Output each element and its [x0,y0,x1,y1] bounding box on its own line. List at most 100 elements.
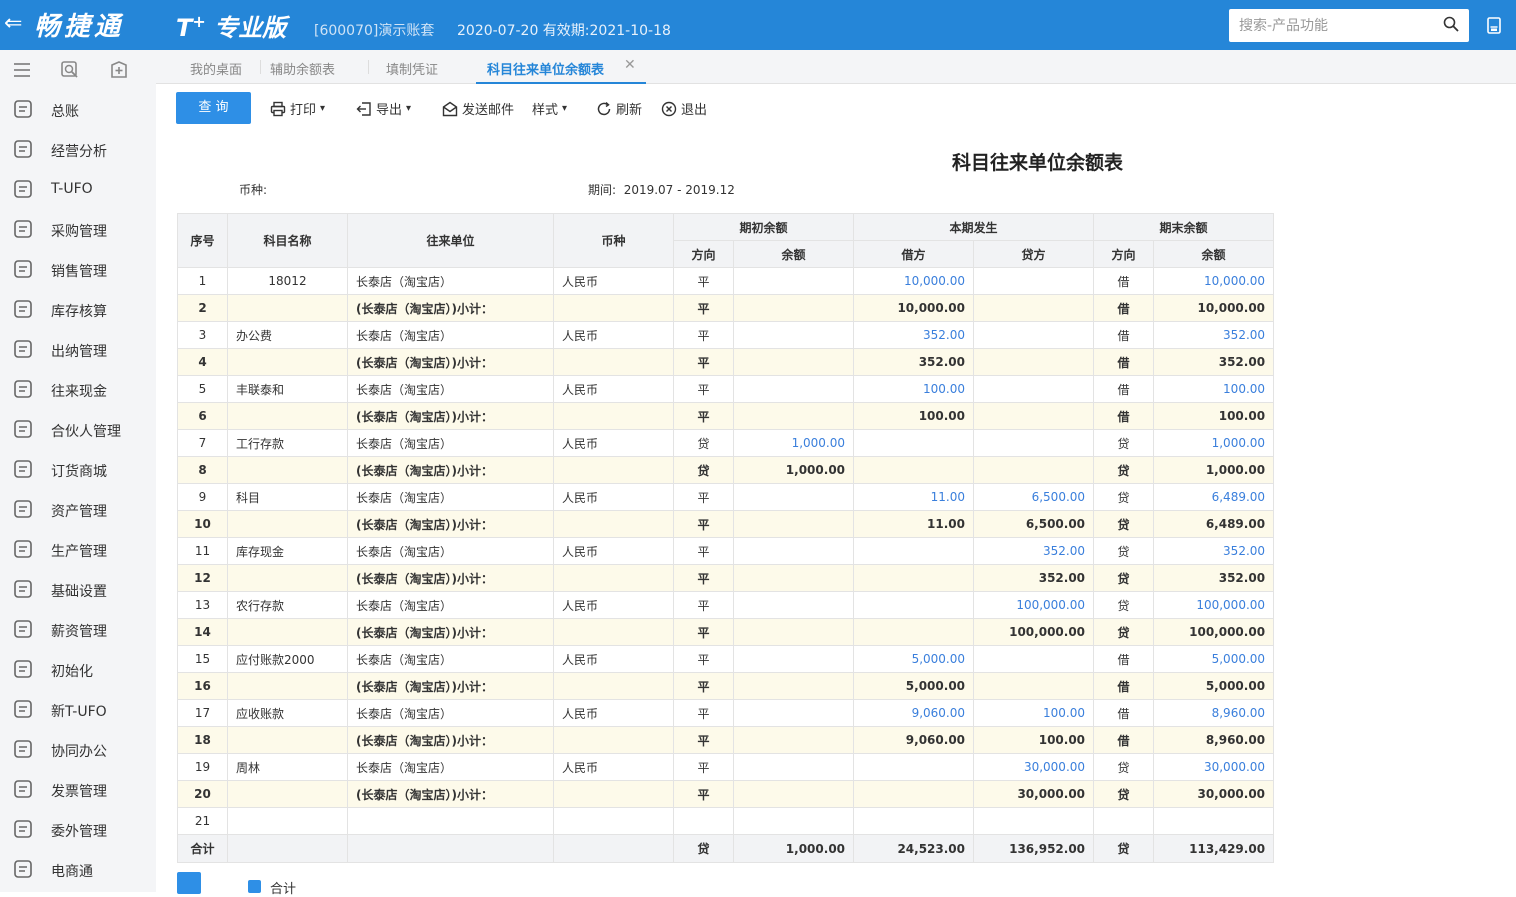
query-button[interactable]: 查 询 [176,92,251,124]
cell-debit[interactable]: 11.00 [853,483,975,511]
cell-debit[interactable]: 10,000.00 [853,294,975,322]
cell-opening-bal[interactable] [732,402,855,430]
sidebar-item[interactable]: 薪资管理 [0,610,156,650]
subtotal-row[interactable]: 14 (长泰店（淘宝店）)小计： 平 100,000.00 贷 100,000.00 [177,618,1275,646]
sidebar-item[interactable]: 合伙人管理 [0,410,156,450]
subtotal-row[interactable]: 10 (长泰店（淘宝店）)小计： 平 11.00 6,500.00 贷 6,489.00 [177,510,1275,538]
cell-closing-bal[interactable]: 5,000.00 [1153,672,1275,700]
cell-closing-bal[interactable]: 352.00 [1153,564,1275,592]
subtotal-row[interactable]: 8 (长泰店（淘宝店）)小计：贷 1,000.00 贷 1,000.00 [177,456,1275,484]
tab-aux-balance[interactable]: 辅助余额表 [270,59,335,78]
search-input[interactable] [1229,9,1439,42]
exit-button[interactable]: 退出 [661,99,707,118]
subtotal-row[interactable]: 16 (长泰店（淘宝店）)小计：平 5,000.00 借 5,000.00 [177,672,1275,700]
cell-debit[interactable]: 9,060.00 [853,726,975,754]
cell-debit[interactable]: 100.00 [853,375,975,403]
cell-debit[interactable] [853,537,975,565]
cell-closing-bal[interactable]: 8,960.00 [1153,699,1275,727]
cell-opening-bal[interactable] [732,807,855,835]
cell-opening-bal[interactable] [732,537,855,565]
table-row[interactable]: 1 18012 长泰店（淘宝店） 人民币平 10,000.00 借 10,000.00 [177,267,1275,295]
print-button[interactable]: 打印 ▾ [270,99,325,118]
table-row[interactable]: 15 应付账款2000 长泰店（淘宝店） 人民币平 5,000.00 借 5,000.00 [177,645,1275,673]
cell-closing-bal[interactable]: 8,960.00 [1153,726,1275,754]
cell-credit[interactable] [973,294,1095,322]
cell-closing-bal[interactable]: 5,000.00 [1153,645,1275,673]
sidebar-item[interactable]: 往来现金 [0,370,156,410]
cell-closing-bal[interactable]: 352.00 [1153,348,1275,376]
cell-debit[interactable] [853,618,975,646]
cell-debit[interactable] [853,564,975,592]
header-closing-bal[interactable]: 余额 [1153,240,1275,268]
cell-credit[interactable]: 352.00 [973,564,1095,592]
header-credit[interactable]: 贷方 [973,240,1095,268]
cell-credit[interactable] [973,375,1095,403]
cell-closing-bal[interactable]: 6,489.00 [1153,483,1275,511]
table-row[interactable]: 13 农行存款 长泰店（淘宝店） 人民币平 100,000.00 贷 100,000.00 [177,591,1275,619]
header-currency[interactable]: 币种 [553,213,674,268]
sidebar-item[interactable]: 资产管理 [0,490,156,530]
header-account[interactable]: 科目名称 [227,213,348,268]
cell-opening-bal[interactable] [732,672,855,700]
close-tab-icon[interactable]: ✕ [624,57,636,73]
cell-closing-bal[interactable]: 1,000.00 [1153,429,1275,457]
cell-closing-bal[interactable]: 30,000.00 [1153,753,1275,781]
tab-account-unit-balance[interactable]: 科目往来单位余额表 [487,59,604,78]
cell-closing-bal[interactable]: 100,000.00 [1153,591,1275,619]
send-email-button[interactable]: 发送邮件 [442,99,514,118]
column-settings-icon[interactable] [177,872,201,894]
sidebar-item[interactable]: 采购管理 [0,210,156,250]
cell-debit[interactable]: 10,000.00 [853,267,975,295]
cell-closing-bal[interactable]: 30,000.00 [1153,780,1275,808]
cell-debit[interactable]: 5,000.00 [853,672,975,700]
cell-debit[interactable]: 100.00 [853,402,975,430]
cell-debit[interactable] [853,753,975,781]
subtotal-row[interactable]: 20 (长泰店（淘宝店）)小计： 平 30,000.00 贷 30,000.00 [177,780,1275,808]
cell-opening-bal[interactable] [732,510,855,538]
header-seq[interactable]: 序号 [177,213,228,268]
cell-credit[interactable]: 100.00 [973,699,1095,727]
device-icon[interactable] [1487,17,1501,34]
sidebar-item[interactable]: 新T-UFO [0,690,156,730]
cell-opening-bal[interactable] [732,267,855,295]
style-button[interactable]: 样式 ▾ [532,99,567,118]
cell-closing-bal[interactable]: 10,000.00 [1153,294,1275,322]
header-unit[interactable]: 往来单位 [347,213,554,268]
table-row[interactable]: 17 应收账款 长泰店（淘宝店） 人民币平 9,060.00 100.00 借 8,960.0… [177,699,1275,727]
sidebar-item[interactable]: 委外管理 [0,810,156,850]
header-closing-dir[interactable]: 方向 [1093,240,1155,268]
cell-credit[interactable]: 352.00 [973,537,1095,565]
subtotal-row[interactable]: 6 (长泰店（淘宝店）)小计：平 100.00 借 100.00 [177,402,1275,430]
sidebar-item[interactable]: 初始化 [0,650,156,690]
add-shortcut-icon[interactable] [109,60,129,80]
header-debit[interactable]: 借方 [853,240,975,268]
cell-debit[interactable]: 352.00 [853,348,975,376]
sidebar-item[interactable]: T-UFO [0,170,156,210]
sidebar-item[interactable]: 出纳管理 [0,330,156,370]
subtotal-row[interactable]: 2 (长泰店（淘宝店）)小计：平 10,000.00 借 10,000.00 [177,294,1275,322]
back-arrow-icon[interactable]: ⇐ [4,12,22,36]
sidebar-item[interactable]: 销售管理 [0,250,156,290]
cell-credit[interactable]: 100,000.00 [973,591,1095,619]
cell-debit[interactable]: 11.00 [853,510,975,538]
cell-opening-bal[interactable] [732,294,855,322]
table-row[interactable]: 9 科目 长泰店（淘宝店） 人民币平 11.00 6,500.00 贷 6,489.00 [177,483,1275,511]
sidebar-item[interactable]: 协同办公 [0,730,156,770]
cell-opening-bal[interactable] [732,591,855,619]
cell-opening-bal[interactable]: 1,000.00 [732,429,855,457]
cell-credit[interactable]: 30,000.00 [973,753,1095,781]
cell-opening-bal[interactable] [732,321,855,349]
cell-opening-bal[interactable] [732,753,855,781]
cell-opening-bal[interactable] [732,726,855,754]
cell-credit[interactable] [973,429,1095,457]
sidebar-item[interactable]: 电商通 [0,850,156,890]
cell-credit[interactable] [973,807,1095,835]
cell-debit[interactable]: 5,000.00 [853,645,975,673]
cell-closing-bal[interactable] [1153,807,1275,835]
cell-closing-bal[interactable]: 1,000.00 [1153,456,1275,484]
cell-closing-bal[interactable]: 10,000.00 [1153,267,1275,295]
table-row[interactable]: 7 工行存款 长泰店（淘宝店） 人民币贷 1,000.00 贷 1,000.00 [177,429,1275,457]
cell-credit[interactable] [973,456,1095,484]
cell-debit[interactable]: 9,060.00 [853,699,975,727]
cell-credit[interactable]: 100,000.00 [973,618,1095,646]
